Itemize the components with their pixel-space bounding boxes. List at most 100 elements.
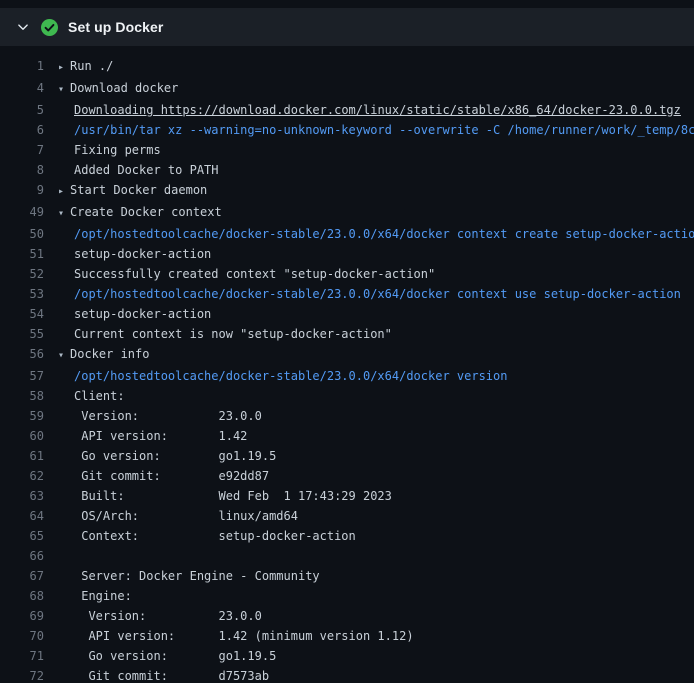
line-number[interactable]: 66 [0, 546, 44, 566]
log-text: API version: 1.42 [44, 426, 247, 446]
line-number[interactable]: 57 [0, 366, 44, 386]
log-line: 6/usr/bin/tar xz --warning=no-unknown-ke… [0, 120, 694, 140]
line-number[interactable]: 72 [0, 666, 44, 683]
line-number[interactable]: 55 [0, 324, 44, 344]
line-number[interactable]: 69 [0, 606, 44, 626]
log-line: 66 [0, 546, 694, 566]
log-line: 1▸Run ./ [0, 56, 694, 78]
log-text: Engine: [44, 586, 132, 606]
group-title: Download docker [70, 81, 178, 95]
log-group-header[interactable]: ▸Run ./ [44, 56, 113, 78]
log-text: Client: [44, 386, 125, 406]
group-expanded-icon: ▾ [58, 346, 70, 366]
line-number[interactable]: 58 [0, 386, 44, 406]
line-number[interactable]: 4 [0, 78, 44, 100]
line-number[interactable]: 1 [0, 56, 44, 78]
log-text [44, 546, 74, 566]
log-text: Fixing perms [44, 140, 161, 160]
group-expanded-icon: ▾ [58, 80, 70, 100]
log-text: Context: setup-docker-action [44, 526, 356, 546]
line-number[interactable]: 49 [0, 202, 44, 224]
line-number[interactable]: 60 [0, 426, 44, 446]
line-number[interactable]: 61 [0, 446, 44, 466]
line-number[interactable]: 53 [0, 284, 44, 304]
log-line: 60 API version: 1.42 [0, 426, 694, 446]
group-title: Create Docker context [70, 205, 222, 219]
log-line: 56▾Docker info [0, 344, 694, 366]
group-title: Docker info [70, 347, 149, 361]
group-title: Run ./ [70, 59, 113, 73]
log-line: 9▸Start Docker daemon [0, 180, 694, 202]
log-line: 5Downloading https://download.docker.com… [0, 100, 694, 120]
step-header[interactable]: Set up Docker [0, 8, 694, 46]
log-text: Git commit: e92dd87 [44, 466, 269, 486]
line-number[interactable]: 68 [0, 586, 44, 606]
log-group-header[interactable]: ▾Create Docker context [44, 202, 222, 224]
line-number[interactable]: 62 [0, 466, 44, 486]
log-line: 8Added Docker to PATH [0, 160, 694, 180]
log-text: Successfully created context "setup-dock… [44, 264, 435, 284]
log-line: 59 Version: 23.0.0 [0, 406, 694, 426]
log-line: 4▾Download docker [0, 78, 694, 100]
log-line: 71 Go version: go1.19.5 [0, 646, 694, 666]
line-number[interactable]: 56 [0, 344, 44, 366]
log-text: Server: Docker Engine - Community [44, 566, 320, 586]
log-text: Built: Wed Feb 1 17:43:29 2023 [44, 486, 392, 506]
group-collapsed-icon: ▸ [58, 182, 70, 202]
log-text: Git commit: d7573ab [44, 666, 269, 683]
log-group-header[interactable]: ▾Docker info [44, 344, 149, 366]
log-text: Version: 23.0.0 [44, 406, 262, 426]
log-text: API version: 1.42 (minimum version 1.12) [44, 626, 414, 646]
chevron-down-icon[interactable] [14, 18, 32, 36]
line-number[interactable]: 59 [0, 406, 44, 426]
log-line: 58Client: [0, 386, 694, 406]
command-text: /usr/bin/tar xz --warning=no-unknown-key… [44, 120, 694, 140]
command-text: /opt/hostedtoolcache/docker-stable/23.0.… [44, 366, 507, 386]
line-number[interactable]: 50 [0, 224, 44, 244]
log-text: OS/Arch: linux/amd64 [44, 506, 298, 526]
log-group-header[interactable]: ▾Download docker [44, 78, 178, 100]
log-line: 67 Server: Docker Engine - Community [0, 566, 694, 586]
line-number[interactable]: 52 [0, 264, 44, 284]
log-text: Version: 23.0.0 [44, 606, 262, 626]
line-number[interactable]: 8 [0, 160, 44, 180]
log-text: setup-docker-action [44, 304, 211, 324]
step-title: Set up Docker [68, 19, 163, 35]
log-line: 55Current context is now "setup-docker-a… [0, 324, 694, 344]
log-line: 50/opt/hostedtoolcache/docker-stable/23.… [0, 224, 694, 244]
group-collapsed-icon: ▸ [58, 58, 70, 78]
line-number[interactable]: 7 [0, 140, 44, 160]
log-line: 61 Go version: go1.19.5 [0, 446, 694, 466]
log-line: 70 API version: 1.42 (minimum version 1.… [0, 626, 694, 646]
check-circle-icon [40, 18, 58, 36]
log-line: 64 OS/Arch: linux/amd64 [0, 506, 694, 526]
log-line: 54setup-docker-action [0, 304, 694, 324]
log-text: setup-docker-action [44, 244, 211, 264]
log-text: Added Docker to PATH [44, 160, 219, 180]
log-line: 7Fixing perms [0, 140, 694, 160]
log-line: 49▾Create Docker context [0, 202, 694, 224]
group-expanded-icon: ▾ [58, 204, 70, 224]
line-number[interactable]: 63 [0, 486, 44, 506]
line-number[interactable]: 65 [0, 526, 44, 546]
log-line: 51setup-docker-action [0, 244, 694, 264]
line-number[interactable]: 71 [0, 646, 44, 666]
log-container: 1▸Run ./4▾Download docker5Downloading ht… [0, 46, 694, 683]
line-number[interactable]: 54 [0, 304, 44, 324]
log-line: 63 Built: Wed Feb 1 17:43:29 2023 [0, 486, 694, 506]
line-number[interactable]: 64 [0, 506, 44, 526]
log-group-header[interactable]: ▸Start Docker daemon [44, 180, 207, 202]
line-number[interactable]: 6 [0, 120, 44, 140]
line-number[interactable]: 51 [0, 244, 44, 264]
log-text: Go version: go1.19.5 [44, 646, 276, 666]
log-text: Downloading https://download.docker.com/… [44, 100, 681, 120]
line-number[interactable]: 5 [0, 100, 44, 120]
log-line: 72 Git commit: d7573ab [0, 666, 694, 683]
log-text-prefix: Downloading [74, 103, 161, 117]
workflow-log-page: Set up Docker 1▸Run ./4▾Download docker5… [0, 0, 694, 683]
line-number[interactable]: 9 [0, 180, 44, 202]
log-text: Current context is now "setup-docker-act… [44, 324, 392, 344]
line-number[interactable]: 67 [0, 566, 44, 586]
download-url-link[interactable]: https://download.docker.com/linux/static… [161, 103, 681, 117]
line-number[interactable]: 70 [0, 626, 44, 646]
